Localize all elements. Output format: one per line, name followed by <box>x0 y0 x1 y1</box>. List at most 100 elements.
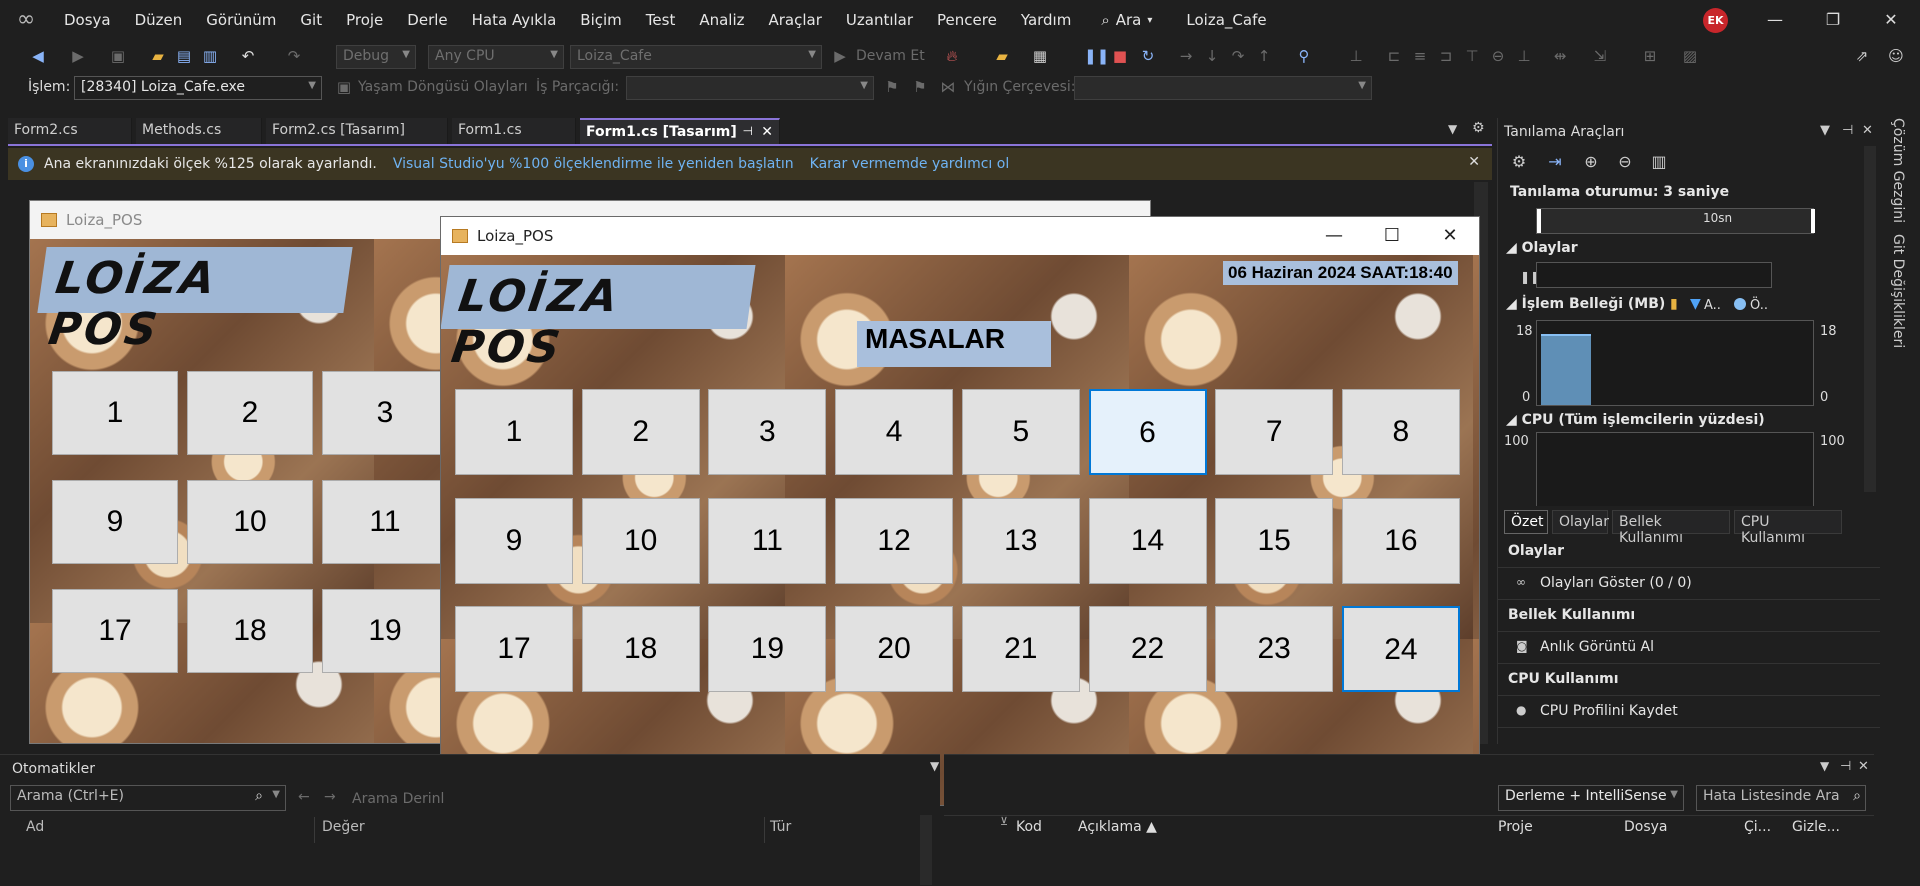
table-button[interactable]: 12 <box>835 497 954 584</box>
form-maximize-button[interactable]: ☐ <box>1363 217 1421 255</box>
table-button[interactable]: 19 <box>708 606 827 692</box>
diag-action-row[interactable]: ∞ Olayları Göster (0 / 0) <box>1498 568 1881 600</box>
autos-search-input[interactable]: Arama (Ctrl+E) ⌕ ▼ <box>10 785 286 811</box>
diag-tab-1[interactable]: Olaylar <box>1552 510 1609 534</box>
filter-icon[interactable]: ⋈ <box>938 77 958 97</box>
size-icon[interactable]: ⇲ <box>1590 46 1610 66</box>
autos-col-name[interactable]: Ad <box>26 819 44 835</box>
save-icon[interactable]: ▤ <box>174 46 194 66</box>
document-tab-0[interactable]: Form2.cs <box>8 118 132 144</box>
col-divider[interactable] <box>764 817 765 843</box>
close-icon[interactable]: ✕ <box>1468 154 1480 170</box>
filter-icon[interactable]: ⊻ <box>1000 815 1008 828</box>
form-minimize-button[interactable]: — <box>1305 217 1363 255</box>
step-out-icon[interactable]: ↑ <box>1254 46 1274 66</box>
errors-col-line[interactable]: Çi... <box>1744 819 1771 835</box>
errors-col-project[interactable]: Proje <box>1498 819 1533 835</box>
settings-gear-icon[interactable]: ⚙ <box>1472 120 1485 136</box>
table-button[interactable]: 15 <box>1215 497 1334 584</box>
timeline-ruler[interactable]: 10sn <box>1536 208 1815 234</box>
stop-icon[interactable]: ■ <box>1110 46 1130 66</box>
back-icon[interactable]: ◀ <box>28 46 48 66</box>
timeline-end-handle[interactable] <box>1811 209 1815 233</box>
table-button[interactable]: 21 <box>961 606 1080 692</box>
table-button[interactable]: 2 <box>581 389 700 475</box>
table-button[interactable]: 10 <box>581 497 700 584</box>
errors-col-description[interactable]: Açıklama ▲ <box>1078 819 1157 835</box>
menu-item-12[interactable]: Pencere <box>925 0 1009 40</box>
document-tab-4[interactable]: Form1.cs [Tasarım] ⊣ ✕ <box>580 118 780 144</box>
reset-zoom-icon[interactable]: ▥ <box>1648 152 1670 174</box>
design-table-button[interactable]: 11 <box>322 480 448 564</box>
cpu-section-header[interactable]: ◢ CPU (Tüm işlemcilerin yüzdesi) <box>1506 412 1765 428</box>
table-button[interactable]: 3 <box>708 389 827 475</box>
menu-item-3[interactable]: Git <box>288 0 334 40</box>
platform-dropdown[interactable]: Any CPU ▼ <box>428 45 564 69</box>
events-section-header[interactable]: ◢ Olaylar <box>1506 240 1578 256</box>
align-right-icon[interactable]: ⊐ <box>1436 46 1456 66</box>
table-button[interactable]: 6 <box>1088 389 1207 475</box>
table-button[interactable]: 23 <box>1215 606 1334 692</box>
search-forward-icon[interactable]: → <box>324 789 336 805</box>
errors-col-file[interactable]: Dosya <box>1624 819 1668 835</box>
pin-tab-icon[interactable]: ⊣ <box>743 124 753 138</box>
errors-col-suppressed[interactable]: Gizle... <box>1792 819 1840 835</box>
continue-button[interactable]: Devam Et <box>856 48 925 64</box>
diag-tab-3[interactable]: CPU Kullanımı <box>1734 510 1842 546</box>
memory-section-header[interactable]: ◢ İşlem Belleği (MB) <box>1506 296 1665 312</box>
timeline-start-handle[interactable] <box>1537 209 1541 233</box>
close-tab-icon[interactable]: ✕ <box>761 124 773 140</box>
configuration-dropdown[interactable]: Debug ▼ <box>336 45 416 69</box>
menu-item-5[interactable]: Derle <box>395 0 459 40</box>
align-left-icon[interactable]: ⊏ <box>1384 46 1404 66</box>
autos-col-type[interactable]: Tür <box>770 819 791 835</box>
search-back-icon[interactable]: ← <box>298 789 310 805</box>
diag-scrollbar[interactable] <box>1864 146 1876 492</box>
help-decide-link[interactable]: Karar vermemde yardımcı ol <box>810 156 1010 172</box>
table-button[interactable]: 16 <box>1341 497 1460 584</box>
git-changes-tab[interactable]: Git Değişiklikleri <box>1890 234 1906 348</box>
open-folder-icon[interactable]: ▰ <box>148 46 168 66</box>
new-project-icon[interactable]: ▣ <box>108 46 128 66</box>
align-top-icon[interactable]: ⊤ <box>1462 46 1482 66</box>
menu-item-9[interactable]: Analiz <box>687 0 756 40</box>
hot-reload-icon[interactable]: 🔥︎ <box>942 46 962 66</box>
form-close-button[interactable]: ✕ <box>1421 217 1479 255</box>
spacing-icon[interactable]: ⇹ <box>1550 46 1570 66</box>
table-button[interactable]: 9 <box>455 497 573 584</box>
table-button[interactable]: 24 <box>1341 606 1460 692</box>
menu-item-8[interactable]: Test <box>634 0 688 40</box>
errors-pin-icon[interactable]: ⊣ <box>1840 759 1851 774</box>
restore-button[interactable]: ❐ <box>1810 0 1856 40</box>
order-icon[interactable]: ▨ <box>1680 46 1700 66</box>
diag-tab-0[interactable]: Özet <box>1504 510 1548 534</box>
diag-action-row[interactable]: ● CPU Profilini Kaydet <box>1498 696 1881 728</box>
search-depth-label[interactable]: Arama Derinl <box>352 791 444 807</box>
design-table-button[interactable]: 2 <box>187 371 313 455</box>
autos-dropdown-icon[interactable]: ▼ <box>930 759 939 773</box>
close-button[interactable]: ✕ <box>1868 0 1914 40</box>
settings-icon[interactable]: ⚙ <box>1508 152 1530 174</box>
menu-item-2[interactable]: Görünüm <box>194 0 288 40</box>
table-button[interactable]: 11 <box>708 497 827 584</box>
design-table-button[interactable]: 3 <box>322 371 448 455</box>
table-button[interactable]: 17 <box>455 606 573 692</box>
table-button[interactable]: 4 <box>835 389 954 475</box>
errors-dropdown-icon[interactable]: ▼ <box>1820 759 1829 773</box>
feedback-icon[interactable]: ☺ <box>1886 46 1906 66</box>
redo-icon[interactable]: ↷ <box>284 46 304 66</box>
menu-item-6[interactable]: Hata Ayıkla <box>460 0 569 40</box>
lifecycle-events-button[interactable]: Yaşam Döngüsü Olayları <box>358 79 528 95</box>
menu-item-10[interactable]: Araçlar <box>757 0 834 40</box>
table-button[interactable]: 1 <box>455 389 573 475</box>
table-button[interactable]: 13 <box>961 497 1080 584</box>
minimize-button[interactable]: — <box>1752 0 1798 40</box>
table-button[interactable]: 5 <box>961 389 1080 475</box>
stackframe-dropdown[interactable]: ▼ <box>1074 76 1372 100</box>
diag-action-row[interactable]: ◙ Anlık Görüntü Al <box>1498 632 1881 664</box>
step-over-icon[interactable]: ↷ <box>1228 46 1248 66</box>
center-icon[interactable]: ⊞ <box>1640 46 1660 66</box>
step-into-icon[interactable]: ↓ <box>1202 46 1222 66</box>
design-table-button[interactable]: 9 <box>52 480 178 564</box>
autos-scrollbar[interactable] <box>920 815 932 885</box>
